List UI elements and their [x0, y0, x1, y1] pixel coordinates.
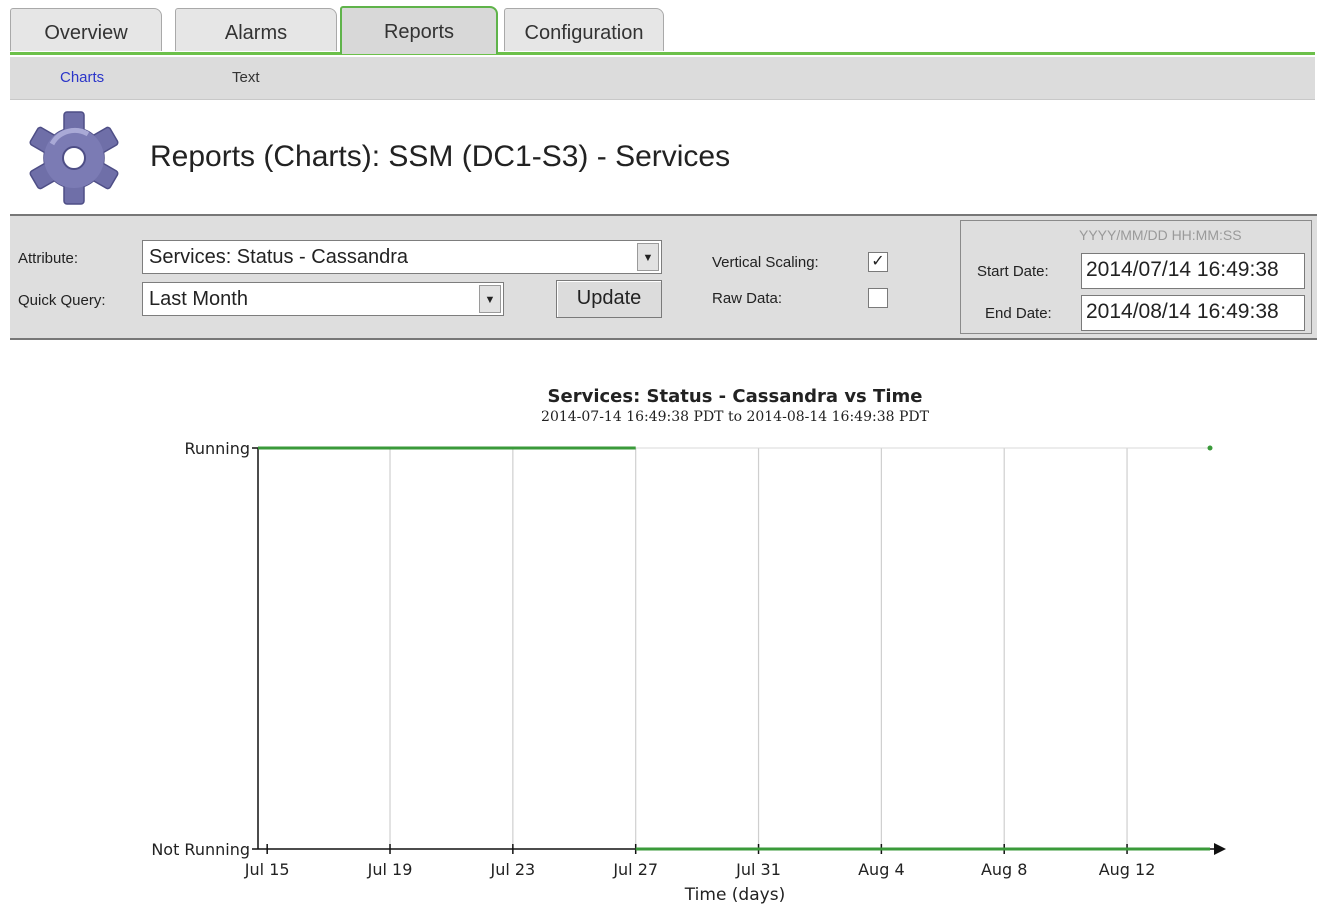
tab-reports[interactable]: Reports: [340, 6, 498, 54]
x-tick-label: Jul 31: [735, 860, 781, 879]
x-tick-label: Jul 19: [367, 860, 413, 879]
x-tick-label: Jul 23: [489, 860, 535, 879]
x-tick-label: Aug 12: [1099, 860, 1156, 879]
x-tick-label: Aug 8: [981, 860, 1028, 879]
x-tick-label: Jul 27: [612, 860, 658, 879]
data-point: [1207, 445, 1213, 451]
x-axis-label: Time (days): [684, 885, 785, 905]
y-tick-label: Not Running: [151, 840, 250, 859]
y-tick-label: Running: [184, 439, 250, 458]
x-axis-arrow-icon: [1214, 843, 1226, 855]
status-chart: Jul 15 Jul 19 Jul 23 Jul 27 Jul 31 Aug 4 Aug 8…: [151, 439, 1226, 905]
x-tick-label: Jul 15: [244, 860, 290, 879]
x-tick-label: Aug 4: [858, 860, 905, 879]
